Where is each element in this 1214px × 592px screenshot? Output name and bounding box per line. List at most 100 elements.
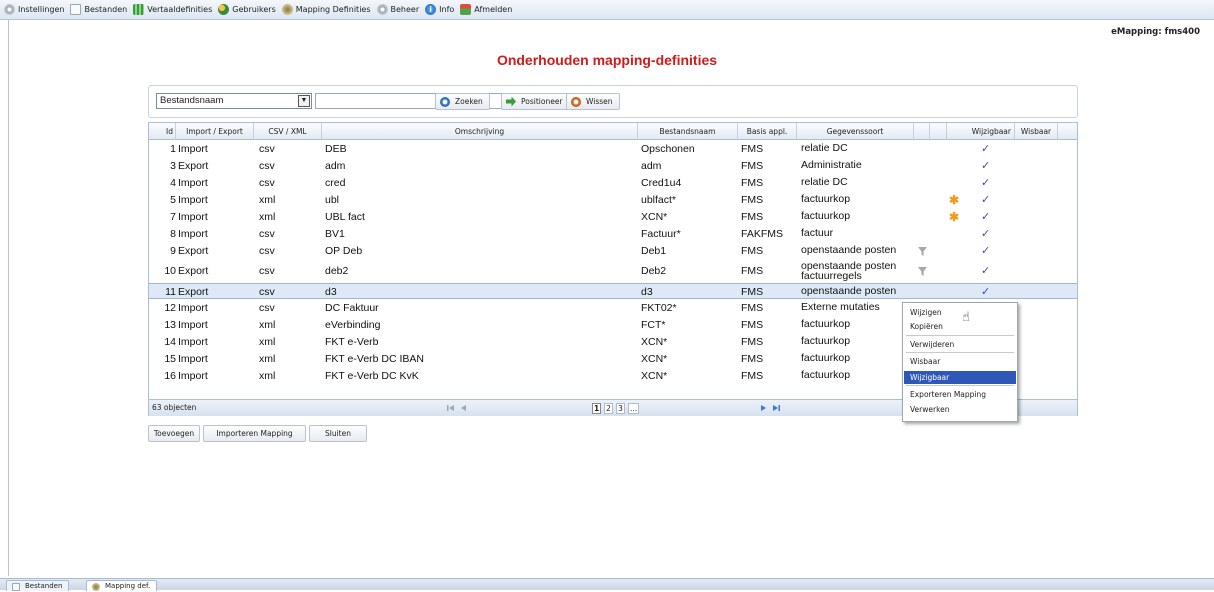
cell-omschrijving: adm <box>325 160 346 172</box>
cell-basis-appl: FMS <box>741 319 764 331</box>
table-row[interactable]: 1 Import csv DEB Opschonen FMS relatie DC ✓ <box>149 141 1077 157</box>
page-2-link[interactable]: 2 <box>604 403 613 414</box>
cell-bestandsnaam: ublfact* <box>641 194 677 206</box>
cell-id: 1 <box>170 143 176 155</box>
table-header: Id Import / Export CSV / XML Omschrijvin… <box>149 123 1077 140</box>
page-1-link[interactable]: 1 <box>592 403 602 414</box>
menu-instellingen[interactable]: Instellingen <box>4 0 64 20</box>
header-filter[interactable] <box>914 123 930 140</box>
cell-omschrijving: BV1 <box>325 228 345 240</box>
toevoegen-button[interactable]: Toevoegen <box>148 425 200 442</box>
cell-import-export: Import <box>178 302 208 314</box>
cell-basis-appl: FMS <box>741 211 764 223</box>
header-csv-xml[interactable]: CSV / XML <box>254 123 322 140</box>
cell-gegevenssoort: openstaande posten <box>801 245 913 255</box>
table-row[interactable]: 5 Import xml ubl ublfact* FMS factuurkop ✱ ✓ <box>149 192 1077 208</box>
cell-omschrijving: FKT e-Verb DC IBAN <box>325 353 425 365</box>
page-title: Onderhouden mapping-definities <box>496 52 718 68</box>
cell-bestandsnaam: FKT02* <box>641 302 677 314</box>
cell-import-export: Import <box>178 353 208 365</box>
header-star[interactable] <box>930 123 947 140</box>
cell-id: 8 <box>170 228 176 240</box>
ctx-separator <box>906 352 1014 353</box>
menu-bestanden[interactable]: Bestanden <box>70 0 127 20</box>
header-import-export[interactable]: Import / Export <box>176 123 254 140</box>
wijzigbaar-check-icon: ✓ <box>981 245 991 257</box>
filter-icon[interactable] <box>918 247 927 256</box>
positioneer-button[interactable]: Positioneer <box>501 93 570 110</box>
header-basis-appl[interactable]: Basis appl. <box>738 123 797 140</box>
field-select[interactable]: Bestandsnaam ▼ <box>156 93 312 109</box>
header-omschrijving[interactable]: Omschrijving <box>322 123 638 140</box>
cell-bestandsnaam: XCN* <box>641 336 668 348</box>
menu-info[interactable]: i Info <box>425 0 454 20</box>
header-id[interactable]: Id <box>149 123 176 140</box>
cell-id: 13 <box>164 319 176 331</box>
header-gegevenssoort[interactable]: Gegevenssoort <box>797 123 914 140</box>
last-page-icon[interactable] <box>771 403 781 413</box>
cell-gegevenssoort-line: relatie DC <box>801 177 848 187</box>
chevron-down-icon[interactable]: ▼ <box>298 95 310 107</box>
cell-csv-xml: xml <box>259 353 276 365</box>
sluiten-button[interactable]: Sluiten <box>309 425 367 442</box>
menu-mapping-definities[interactable]: Mapping Definities <box>281 0 371 20</box>
menu-gebruikers[interactable]: Gebruikers <box>218 0 276 20</box>
table-row[interactable]: 11 Export csv d3 d3 FMS openstaande posten ✓ <box>149 283 1077 299</box>
taskbar: Bestanden Mapping def. <box>0 578 1214 591</box>
user-label: eMapping: fms400 <box>1111 27 1200 37</box>
ctx-wijzigbaar[interactable]: Wijzigbaar <box>904 371 1016 384</box>
cell-basis-appl: FMS <box>741 177 764 189</box>
page-3-link[interactable]: 3 <box>616 403 625 414</box>
cell-bestandsnaam: d3 <box>641 286 653 298</box>
zoeken-button[interactable]: Zoeken <box>435 93 490 110</box>
table-row[interactable]: 4 Import csv cred Cred1u4 FMS relatie DC ✓ <box>149 175 1077 191</box>
cell-gegevenssoort: factuurkop <box>801 336 913 346</box>
importeren-mapping-button[interactable]: Importeren Mapping <box>203 425 306 442</box>
next-page-icon[interactable] <box>758 403 768 413</box>
hand-cursor-icon: ☝ <box>962 310 970 325</box>
table-row[interactable]: 3 Export csv adm adm FMS Administratie ✓ <box>149 158 1077 174</box>
filter-icon[interactable] <box>918 267 927 276</box>
table-row[interactable]: 10 Export csv deb2 Deb2 FMS openstaande posten… <box>149 260 1077 282</box>
cell-gegevenssoort: Externe mutaties <box>801 302 913 312</box>
cell-csv-xml: xml <box>259 194 276 206</box>
cell-gegevenssoort-line: factuurkop <box>801 370 851 380</box>
ctx-separator <box>906 335 1014 336</box>
ctx-kopieren[interactable]: Kopiëren <box>904 320 1016 333</box>
cell-csv-xml: csv <box>259 160 275 172</box>
ctx-verwerken[interactable]: Verwerken <box>904 403 1016 416</box>
ctx-wijzigen[interactable]: Wijzigen <box>904 306 1016 319</box>
menu-afmelden[interactable]: Afmelden <box>460 0 512 20</box>
info-icon: i <box>425 4 437 15</box>
page-more-link[interactable]: ... <box>628 403 640 414</box>
task-bestanden[interactable]: Bestanden <box>6 580 70 591</box>
ctx-exporteren-mapping[interactable]: Exporteren Mapping <box>904 388 1016 401</box>
cell-bestandsnaam: Deb2 <box>641 265 667 277</box>
ctx-wisbaar[interactable]: Wisbaar <box>904 355 1016 368</box>
cell-gegevenssoort-line: factuurkop <box>801 211 851 221</box>
menu-vertaaldefinities[interactable]: Vertaaldefinities <box>133 0 212 20</box>
menu-beheer[interactable]: Beheer <box>376 0 419 20</box>
cell-omschrijving: FKT e-Verb DC KvK <box>325 370 419 382</box>
ctx-verwijderen[interactable]: Verwijderen <box>904 338 1016 351</box>
wijzigbaar-check-icon: ✓ <box>981 228 991 240</box>
table-row[interactable]: 7 Import xml UBL fact XCN* FMS factuurkop ✱ ✓ <box>149 209 1077 225</box>
first-page-icon[interactable] <box>446 403 456 413</box>
header-bestandsnaam[interactable]: Bestandsnaam <box>638 123 738 140</box>
cell-bestandsnaam: Cred1u4 <box>641 177 682 189</box>
task-mapping-def[interactable]: Mapping def. <box>86 580 158 591</box>
header-wijzigbaar[interactable]: Wijzigbaar <box>947 123 1015 140</box>
table-row[interactable]: 9 Export csv OP Deb Deb1 FMS openstaande poste… <box>149 243 1077 259</box>
cell-import-export: Import <box>178 319 208 331</box>
context-menu: Wijzigen Kopiëren Verwijderen Wisbaar Wi… <box>902 302 1018 422</box>
cell-id: 5 <box>170 194 176 206</box>
header-wisbaar[interactable]: Wisbaar <box>1015 123 1058 140</box>
table-row[interactable]: 8 Import csv BV1 Factuur* FAKFMS factuur ✓ <box>149 226 1077 242</box>
cell-basis-appl: FMS <box>741 302 764 314</box>
cell-import-export: Import <box>178 228 208 240</box>
cell-gegevenssoort-line: factuur <box>801 228 834 238</box>
cell-omschrijving: deb2 <box>325 265 349 277</box>
cell-gegevenssoort: factuurkop <box>801 194 913 204</box>
wissen-button[interactable]: Wissen <box>566 93 620 110</box>
previous-page-icon[interactable] <box>459 403 469 413</box>
